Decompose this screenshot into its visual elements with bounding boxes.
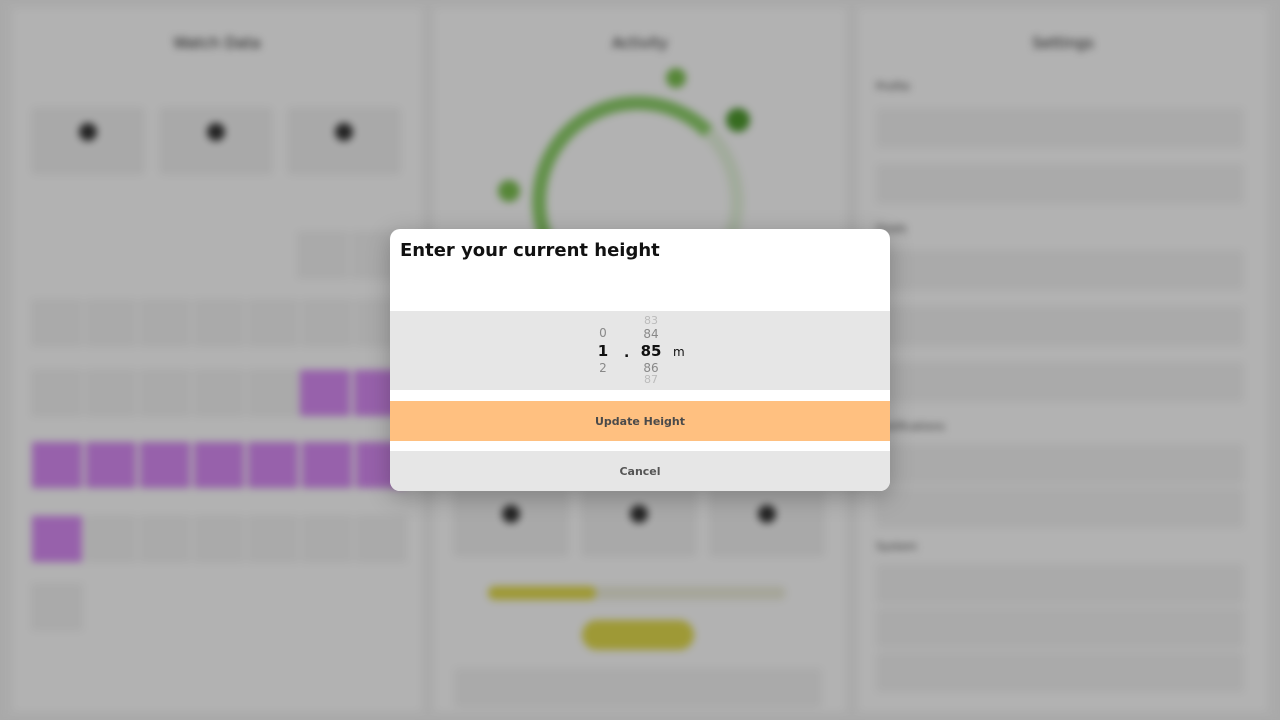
integer-option-above[interactable]: 0	[593, 326, 613, 340]
unit-label: m	[673, 345, 685, 359]
decimal-option-above-far[interactable]: 83	[633, 314, 669, 327]
height-dialog: Enter your current height 0 1 2 . 83 84 …	[390, 229, 890, 491]
decimal-option-below-far[interactable]: 87	[633, 373, 669, 386]
integer-option-below[interactable]: 2	[593, 361, 613, 375]
decimal-separator: .	[624, 345, 630, 361]
decimal-option-above[interactable]: 84	[633, 327, 669, 341]
decimal-option-selected[interactable]: 85	[633, 342, 669, 360]
dialog-title: Enter your current height	[400, 240, 660, 261]
update-height-button[interactable]: Update Height	[390, 401, 890, 441]
integer-wheel[interactable]: 0 1 2	[593, 311, 613, 390]
height-picker: 0 1 2 . 83 84 85 86 87 m	[390, 311, 890, 390]
cancel-button[interactable]: Cancel	[390, 451, 890, 491]
integer-option-selected[interactable]: 1	[593, 342, 613, 360]
decimal-wheel[interactable]: 83 84 85 86 87	[633, 311, 669, 390]
